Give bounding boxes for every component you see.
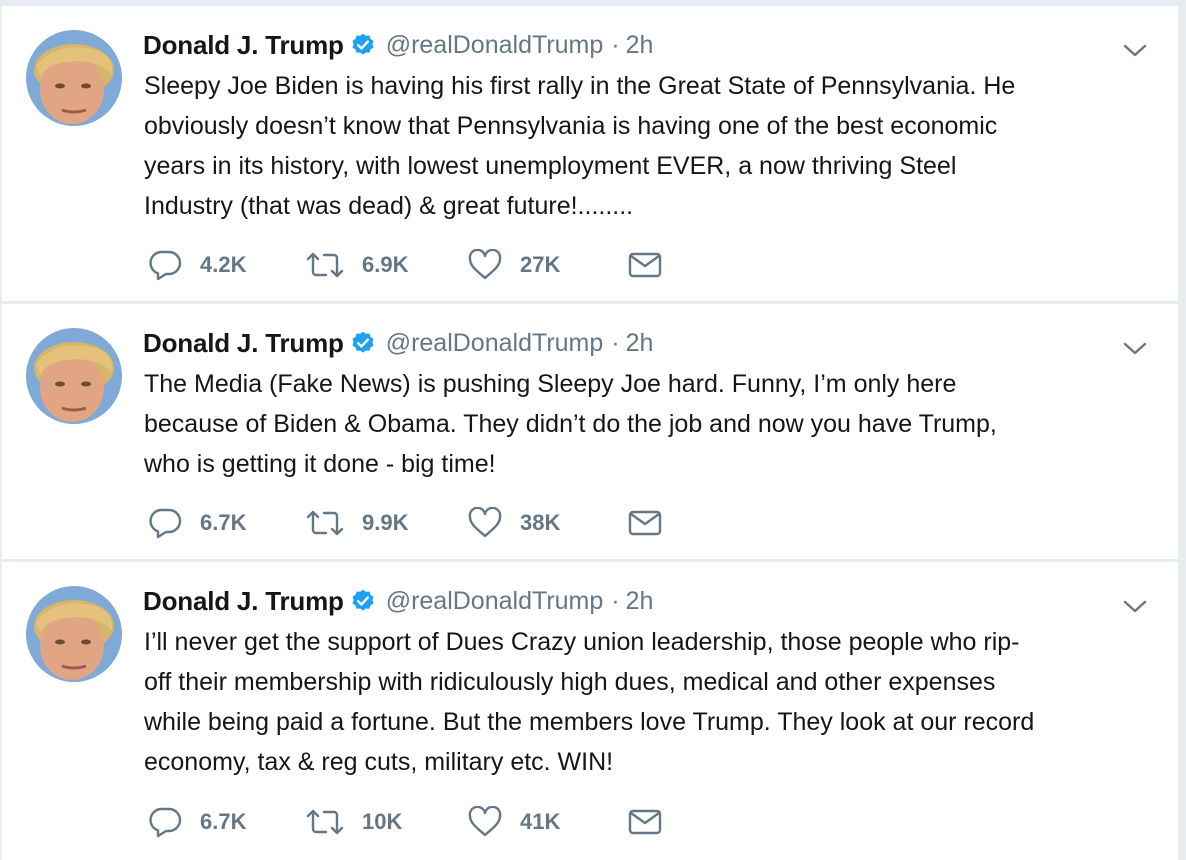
like-count: 27K bbox=[520, 252, 561, 277]
reply-count: 6.7K bbox=[200, 809, 247, 834]
like-count: 38K bbox=[520, 510, 561, 535]
avatar[interactable] bbox=[26, 30, 122, 126]
tweet-actions: 6.7K 9.9K 38K bbox=[148, 505, 662, 541]
chevron-down-icon[interactable] bbox=[1122, 42, 1148, 60]
tweet-actions: 4.2K 6.9K 27K bbox=[148, 247, 662, 283]
retweet-count: 9.9K bbox=[362, 510, 409, 535]
verified-badge-icon bbox=[350, 32, 376, 58]
reply-icon bbox=[148, 249, 182, 281]
display-name[interactable]: Donald J. Trump bbox=[143, 586, 344, 617]
timestamp[interactable]: 2h bbox=[626, 587, 654, 616]
retweet-icon bbox=[306, 250, 344, 280]
chevron-down-icon[interactable] bbox=[1122, 340, 1148, 358]
separator: · bbox=[611, 328, 620, 357]
like-button[interactable]: 38K bbox=[468, 505, 628, 541]
retweet-button[interactable]: 10K bbox=[306, 804, 468, 840]
envelope-icon bbox=[628, 509, 662, 537]
like-count: 41K bbox=[520, 809, 561, 834]
tweet-header: Donald J. Trump @realDonaldTrump · 2h bbox=[143, 28, 653, 62]
retweet-count: 6.9K bbox=[362, 252, 409, 277]
retweet-button[interactable]: 6.9K bbox=[306, 247, 468, 283]
avatar[interactable] bbox=[26, 586, 122, 682]
heart-icon bbox=[468, 806, 502, 838]
tweet[interactable]: Donald J. Trump @realDonaldTrump · 2h I’… bbox=[2, 562, 1178, 860]
username[interactable]: @realDonaldTrump bbox=[386, 587, 604, 616]
retweet-icon bbox=[306, 807, 344, 837]
display-name[interactable]: Donald J. Trump bbox=[143, 30, 344, 61]
reply-button[interactable]: 4.2K bbox=[148, 247, 306, 283]
separator: · bbox=[611, 30, 620, 59]
heart-icon bbox=[468, 507, 502, 539]
display-name[interactable]: Donald J. Trump bbox=[143, 328, 344, 359]
reply-icon bbox=[148, 806, 182, 838]
direct-message-button[interactable] bbox=[628, 247, 662, 283]
tweet[interactable]: Donald J. Trump @realDonaldTrump · 2h Sl… bbox=[2, 6, 1178, 301]
reply-count: 6.7K bbox=[200, 510, 247, 535]
verified-badge-icon bbox=[350, 330, 376, 356]
username[interactable]: @realDonaldTrump bbox=[386, 329, 604, 358]
envelope-icon bbox=[628, 251, 662, 279]
tweet-actions: 6.7K 10K 41K bbox=[148, 804, 662, 840]
reply-button[interactable]: 6.7K bbox=[148, 505, 306, 541]
tweet-text: Sleepy Joe Biden is having his first ral… bbox=[144, 72, 1016, 220]
timestamp[interactable]: 2h bbox=[626, 329, 654, 358]
avatar[interactable] bbox=[26, 328, 122, 424]
tweet-text: I’ll never get the support of Dues Crazy… bbox=[144, 628, 1035, 776]
timestamp[interactable]: 2h bbox=[626, 31, 654, 60]
tweet-text: The Media (Fake News) is pushing Sleepy … bbox=[144, 370, 997, 478]
envelope-icon bbox=[628, 808, 662, 836]
heart-icon bbox=[468, 249, 502, 281]
reply-button[interactable]: 6.7K bbox=[148, 804, 306, 840]
tweet[interactable]: Donald J. Trump @realDonaldTrump · 2h Th… bbox=[2, 304, 1178, 559]
chevron-down-icon[interactable] bbox=[1122, 598, 1148, 616]
direct-message-button[interactable] bbox=[628, 804, 662, 840]
tweet-header: Donald J. Trump @realDonaldTrump · 2h bbox=[143, 326, 653, 360]
like-button[interactable]: 41K bbox=[468, 804, 628, 840]
like-button[interactable]: 27K bbox=[468, 247, 628, 283]
reply-count: 4.2K bbox=[200, 252, 247, 277]
tweet-timeline: Donald J. Trump @realDonaldTrump · 2h Sl… bbox=[0, 0, 1180, 860]
retweet-button[interactable]: 9.9K bbox=[306, 505, 468, 541]
retweet-icon bbox=[306, 508, 344, 538]
verified-badge-icon bbox=[350, 588, 376, 614]
tweet-header: Donald J. Trump @realDonaldTrump · 2h bbox=[143, 584, 653, 618]
direct-message-button[interactable] bbox=[628, 505, 662, 541]
reply-icon bbox=[148, 507, 182, 539]
separator: · bbox=[611, 586, 620, 615]
retweet-count: 10K bbox=[362, 809, 403, 834]
username[interactable]: @realDonaldTrump bbox=[386, 31, 604, 60]
